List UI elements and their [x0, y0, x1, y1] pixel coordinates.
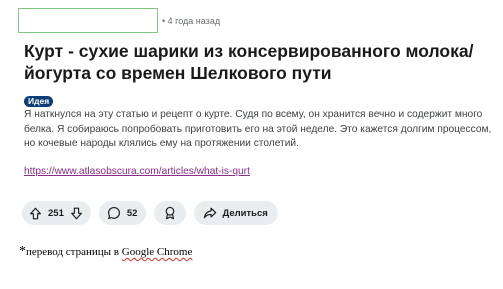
- post-time: • 4 года назад: [162, 15, 221, 26]
- upvote-arrow-icon[interactable]: [29, 207, 42, 220]
- vote-control: 251: [22, 201, 91, 225]
- post-title[interactable]: Курт - сухие шарики из консервированного…: [24, 40, 479, 84]
- speech-bubble-icon: [107, 206, 121, 220]
- article-link[interactable]: https://www.atlasobscura.com/articles/wh…: [24, 165, 250, 178]
- award-ribbon-icon: [163, 206, 177, 220]
- footnote-brand: Google Chrome: [121, 246, 193, 258]
- comment-count: 52: [126, 207, 138, 219]
- comments-button[interactable]: 52: [98, 201, 147, 225]
- community-avatar-placeholder[interactable]: [18, 8, 158, 33]
- vote-score: 251: [48, 207, 64, 219]
- share-arrow-icon: [203, 206, 217, 220]
- post-header: • 4 года назад: [18, 7, 220, 34]
- post-body: Я наткнулся на эту статью и рецепт о кур…: [24, 109, 492, 149]
- action-bar: 251 52 Делиться: [22, 201, 286, 225]
- post-flair[interactable]: Идея: [24, 96, 54, 107]
- award-button[interactable]: [154, 201, 187, 225]
- footnote-asterisk: *: [19, 244, 26, 259]
- share-button[interactable]: Делиться: [194, 201, 278, 225]
- downvote-arrow-icon[interactable]: [70, 207, 83, 220]
- share-label: Делиться: [222, 207, 268, 219]
- translation-footnote: *перевод страницы в Google Chrome: [19, 244, 193, 262]
- footnote-text: перевод страницы в: [26, 246, 122, 258]
